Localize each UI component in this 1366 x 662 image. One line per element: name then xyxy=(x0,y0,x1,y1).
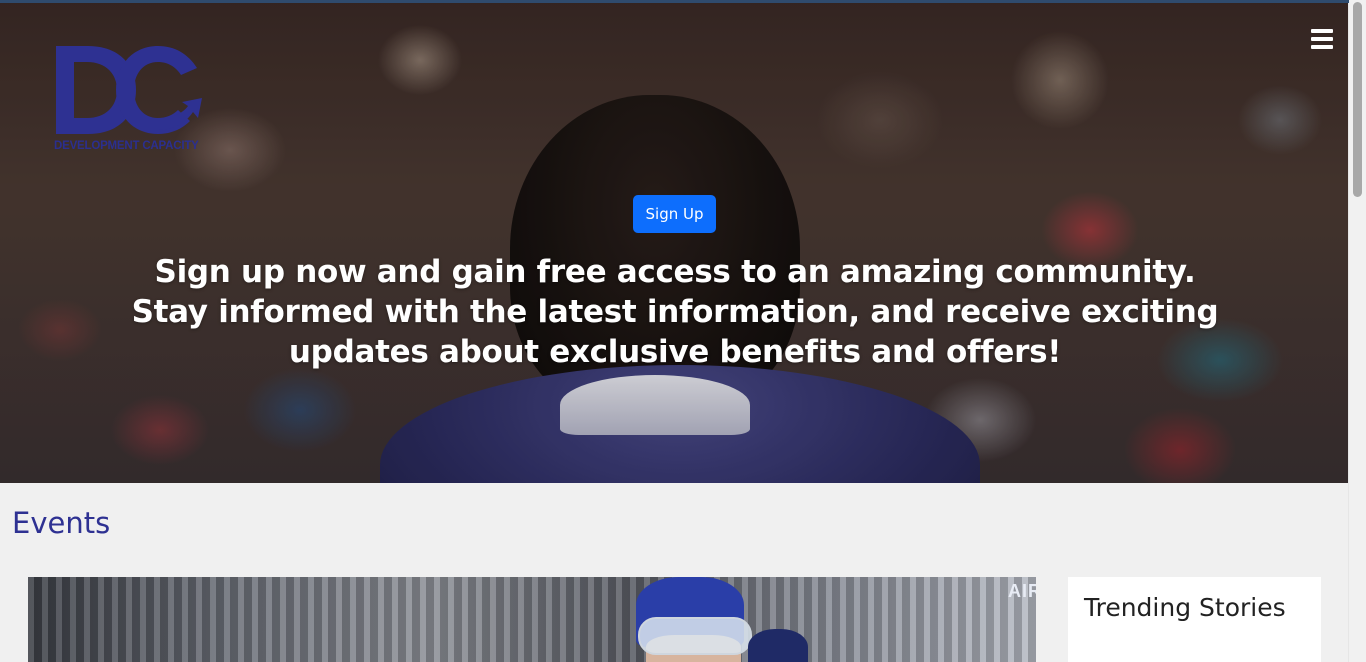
scrollbar-thumb[interactable] xyxy=(1353,2,1362,197)
event-image[interactable]: AIRE xyxy=(28,577,1036,662)
event-image-background xyxy=(28,577,1036,662)
trending-stories-card: Trending Stories xyxy=(1068,577,1321,662)
logo-wordmark: DEVELOPMENT CAPACITY xyxy=(54,140,199,152)
site-logo[interactable]: DEVELOPMENT CAPACITY xyxy=(54,44,204,154)
event-image-goggles xyxy=(638,617,752,655)
page-viewport: DEVELOPMENT CAPACITY Sign Up Sign up now… xyxy=(0,0,1349,662)
vertical-scrollbar[interactable] xyxy=(1348,0,1366,662)
hero-headline: Sign up now and gain free access to an a… xyxy=(131,254,1219,370)
trending-stories-title: Trending Stories xyxy=(1084,593,1286,622)
hamburger-menu-icon[interactable] xyxy=(1311,29,1333,51)
top-border xyxy=(0,0,1349,3)
event-image-person xyxy=(748,629,808,662)
events-heading: Events xyxy=(12,506,111,540)
signup-button[interactable]: Sign Up xyxy=(633,195,716,233)
event-image-sign: AIRE xyxy=(1008,581,1036,601)
dc-logo-icon xyxy=(56,46,202,134)
